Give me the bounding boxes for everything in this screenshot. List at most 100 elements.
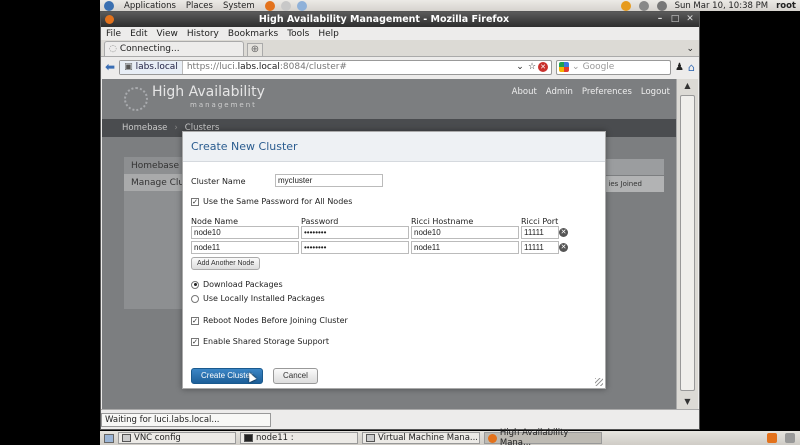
help-launcher-icon[interactable] (296, 0, 307, 11)
column-ricci-hostname: Ricci Hostname (411, 217, 474, 226)
reboot-nodes-row[interactable]: ✓ Reboot Nodes Before Joining Cluster (191, 316, 348, 325)
show-desktop-icon[interactable] (104, 433, 114, 443)
download-packages-radio[interactable] (191, 280, 199, 289)
panel-menu-applications[interactable]: Applications (124, 1, 176, 11)
header-links: About Admin Preferences Logout (512, 87, 670, 97)
stop-icon[interactable]: ✕ (538, 62, 549, 72)
node-password-input[interactable] (301, 226, 409, 239)
update-notifier-icon[interactable] (620, 0, 631, 11)
panel-menu-places[interactable]: Places (186, 1, 213, 11)
back-arrow-icon[interactable]: ⬅ (105, 60, 115, 74)
column-ricci-port: Ricci Port (521, 217, 559, 226)
header-link-admin[interactable]: Admin (546, 87, 573, 97)
header-link-about[interactable]: About (512, 87, 537, 97)
scroll-down-arrow-icon[interactable]: ▼ (677, 395, 698, 409)
tab-list-chevron-icon[interactable]: ⌄ (686, 44, 694, 54)
task-vnc-config[interactable]: VNC config (118, 432, 236, 444)
addons-icon[interactable]: ♟ (675, 62, 684, 73)
firefox-window-icon (105, 15, 114, 24)
reboot-nodes-checkbox[interactable]: ✓ (191, 316, 199, 325)
node-name-input[interactable] (191, 226, 299, 239)
local-packages-radio[interactable] (191, 294, 199, 303)
same-password-row[interactable]: ✓ Use the Same Password for All Nodes (191, 197, 352, 206)
gnome-foot-icon[interactable] (104, 0, 114, 11)
home-icon[interactable]: ⌂ (688, 61, 695, 74)
task-label: High Availability Mana... (499, 428, 569, 445)
url-bar[interactable]: ▣ labs.local https://luci.labs.local:808… (119, 59, 553, 75)
workspace-switcher-icon[interactable] (767, 433, 777, 443)
google-icon[interactable] (559, 62, 570, 72)
menu-view[interactable]: View (157, 29, 178, 39)
task-label: Virtual Machine Mana... (378, 433, 479, 443)
bookmark-star-icon[interactable]: ☆ (526, 62, 538, 72)
local-packages-label: Use Locally Installed Packages (203, 294, 325, 303)
terminal-window-icon (244, 434, 253, 442)
vnc-window-icon (122, 434, 131, 442)
shared-storage-checkbox[interactable]: ✓ (191, 337, 199, 346)
local-packages-row[interactable]: Use Locally Installed Packages (191, 294, 325, 303)
site-identity-button[interactable]: ▣ labs.local (120, 60, 183, 74)
url-text[interactable]: https://luci.labs.local:8084/cluster# (183, 62, 514, 72)
reboot-nodes-label: Reboot Nodes Before Joining Cluster (203, 316, 348, 325)
volume-icon[interactable] (656, 0, 667, 11)
network-icon[interactable] (638, 0, 649, 11)
panel-menu-system[interactable]: System (223, 1, 255, 11)
task-high-availability-management[interactable]: High Availability Mana... (484, 428, 602, 445)
search-engine-chevron-icon[interactable]: ⌄ (572, 62, 580, 72)
site-identity-label: labs.local (135, 62, 178, 72)
menu-file[interactable]: File (106, 29, 121, 39)
task-node11[interactable]: node11 : (240, 432, 358, 444)
window-title-bar[interactable]: High Availability Management - Mozilla F… (101, 12, 699, 27)
menu-bookmarks[interactable]: Bookmarks (228, 29, 278, 39)
firefox-launcher-icon[interactable] (264, 0, 275, 11)
header-link-preferences[interactable]: Preferences (582, 87, 632, 97)
dialog-resize-grip[interactable] (595, 378, 603, 386)
vertical-scrollbar[interactable]: ▲ ▼ (676, 79, 698, 409)
navigation-bar: ⬅ ▣ labs.local https://luci.labs.local:8… (101, 57, 699, 77)
ricci-port-input[interactable] (521, 226, 559, 239)
scroll-up-arrow-icon[interactable]: ▲ (677, 79, 698, 93)
node-password-input[interactable] (301, 241, 409, 254)
nav-homebase[interactable]: Homebase (122, 123, 167, 133)
url-dropdown-chevron-icon[interactable]: ⌄ (514, 62, 526, 72)
header-link-logout[interactable]: Logout (641, 87, 670, 97)
search-bar[interactable]: ⌄ Google (556, 59, 672, 75)
node-name-input[interactable] (191, 241, 299, 254)
menu-help[interactable]: Help (318, 29, 339, 39)
maximize-icon[interactable]: □ (669, 14, 681, 25)
shared-storage-row[interactable]: ✓ Enable Shared Storage Support (191, 337, 329, 346)
menu-history[interactable]: History (187, 29, 219, 39)
vm-window-icon (366, 434, 375, 442)
remove-node-icon[interactable]: ✕ (559, 228, 568, 237)
task-label: VNC config (134, 433, 181, 443)
download-packages-label: Download Packages (203, 280, 283, 289)
close-icon[interactable]: ✕ (684, 14, 696, 25)
panel-user[interactable]: root (776, 1, 796, 11)
panel-clock[interactable]: Sun Mar 10, 10:38 PM (675, 1, 769, 11)
luci-logo[interactable]: High Availability management (152, 85, 265, 112)
ricci-hostname-input[interactable] (411, 226, 519, 239)
ricci-hostname-input[interactable] (411, 241, 519, 254)
ricci-port-input[interactable] (521, 241, 559, 254)
column-password: Password (301, 217, 339, 226)
same-password-checkbox[interactable]: ✓ (191, 197, 199, 206)
trash-icon[interactable] (785, 433, 795, 443)
tab-connecting[interactable]: ◌ Connecting... (104, 41, 244, 56)
menu-tools[interactable]: Tools (287, 29, 309, 39)
scrollbar-thumb[interactable] (680, 95, 695, 391)
download-packages-row[interactable]: Download Packages (191, 280, 283, 289)
add-another-node-button[interactable]: Add Another Node (191, 257, 261, 270)
cluster-name-input[interactable] (275, 174, 383, 187)
new-tab-button[interactable]: ⊕ (247, 43, 263, 56)
site-favicon-icon: ▣ (124, 62, 133, 72)
remove-node-icon[interactable]: ✕ (559, 243, 568, 252)
same-password-label: Use the Same Password for All Nodes (203, 197, 353, 206)
loading-spinner-icon: ◌ (109, 44, 117, 54)
menu-edit[interactable]: Edit (130, 29, 147, 39)
cancel-button[interactable]: Cancel (273, 368, 318, 384)
task-virtual-machine-manager[interactable]: Virtual Machine Mana... (362, 432, 480, 444)
minimize-icon[interactable]: – (654, 14, 666, 25)
firefox-window-icon (488, 433, 497, 443)
email-launcher-icon[interactable] (280, 0, 291, 11)
firefox-window: High Availability Management - Mozilla F… (100, 11, 700, 430)
